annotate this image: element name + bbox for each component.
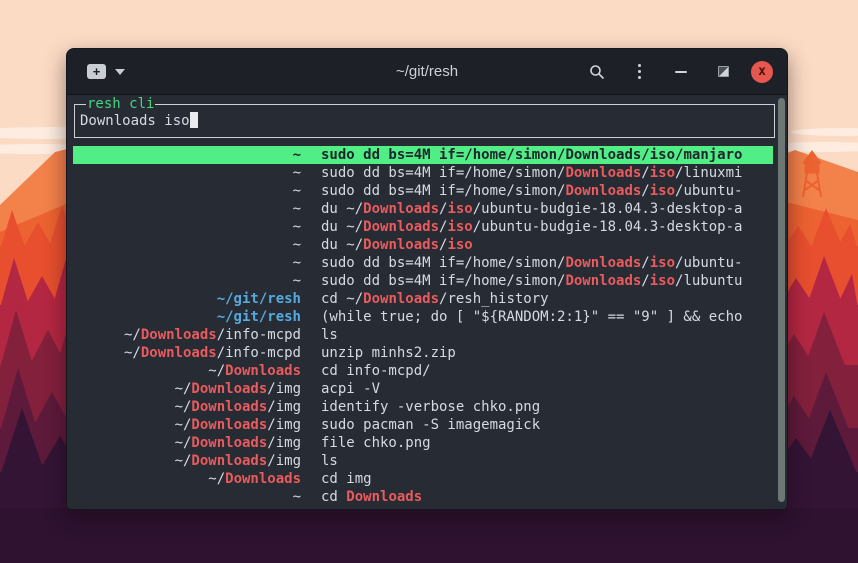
history-row[interactable]: ~/Downloads cd info-mcpd/ (73, 362, 773, 380)
history-list: ~ sudo dd bs=4M if=/home/simon/Downloads/… (73, 146, 773, 506)
directory-column: ~/git/resh (75, 290, 301, 308)
minimize-button[interactable] (667, 58, 695, 86)
directory-column: ~ (75, 272, 301, 290)
command-column: ls (321, 326, 773, 344)
directory-column: ~/Downloads/img (75, 452, 301, 470)
command-column: du ~/Downloads/iso/ubuntu-budgie-18.04.3… (321, 218, 773, 236)
terminal-window: + ~/git/resh (66, 48, 788, 510)
history-row[interactable]: ~ du ~/Downloads/iso (73, 236, 773, 254)
directory-column: ~ (75, 146, 301, 164)
history-row[interactable]: ~/git/resh cd ~/Downloads/resh_history (73, 290, 773, 308)
search-icon (589, 64, 605, 80)
text-cursor (190, 112, 198, 128)
menu-button[interactable] (625, 58, 653, 86)
directory-column: ~/Downloads/img (75, 416, 301, 434)
close-icon: x (758, 65, 766, 78)
desktop: + ~/git/resh (0, 0, 858, 563)
titlebar[interactable]: + ~/git/resh (67, 49, 787, 95)
command-column: identify -verbose chko.png (321, 398, 773, 416)
history-row[interactable]: ~/Downloads cd img (73, 470, 773, 488)
directory-column: ~/Downloads/img (75, 398, 301, 416)
history-row[interactable]: ~ sudo dd bs=4M if=/home/simon/Downloads/… (73, 254, 773, 272)
directory-column: ~ (75, 254, 301, 272)
directory-column: ~ (75, 218, 301, 236)
history-row[interactable]: ~/Downloads/img sudo pacman -S imagemagic… (73, 416, 773, 434)
restore-icon (718, 66, 729, 77)
history-row-selected[interactable]: ~ sudo dd bs=4M if=/home/simon/Downloads/… (73, 146, 773, 164)
new-tab-button[interactable]: + (87, 64, 125, 79)
history-row[interactable]: ~ cd Downloads (73, 488, 773, 506)
directory-column: ~/Downloads/info-mcpd (75, 344, 301, 362)
command-column: sudo dd bs=4M if=/home/simon/Downloads/i… (321, 182, 773, 200)
search-box-label: resh cli (86, 96, 155, 113)
scrollbar-thumb[interactable] (778, 98, 785, 502)
directory-column: ~ (75, 182, 301, 200)
directory-column: ~/Downloads/info-mcpd (75, 326, 301, 344)
history-row[interactable]: ~ sudo dd bs=4M if=/home/simon/Downloads/… (73, 164, 773, 182)
directory-column: ~/Downloads (75, 362, 301, 380)
command-column: cd img (321, 470, 773, 488)
directory-column: ~ (75, 488, 301, 506)
history-row[interactable]: ~/Downloads/img identify -verbose chko.pn… (73, 398, 773, 416)
close-button[interactable]: x (751, 61, 773, 83)
command-column: acpi -V (321, 380, 773, 398)
directory-column: ~/Downloads/img (75, 434, 301, 452)
kebab-menu-icon (638, 64, 641, 79)
directory-column: ~/Downloads/img (75, 380, 301, 398)
history-row[interactable]: ~/Downloads/info-mcpd unzip minhs2.zip (73, 344, 773, 362)
minimize-icon (675, 71, 687, 73)
search-button[interactable] (583, 58, 611, 86)
command-column: cd Downloads (321, 488, 773, 506)
command-column: sudo dd bs=4M if=/home/simon/Downloads/i… (321, 146, 773, 164)
history-row[interactable]: ~ sudo dd bs=4M if=/home/simon/Downloads/… (73, 182, 773, 200)
resh-search-box[interactable]: resh cli Downloads iso (74, 104, 775, 138)
command-column: sudo pacman -S imagemagick (321, 416, 773, 434)
history-row[interactable]: ~/Downloads/img acpi -V (73, 380, 773, 398)
history-row[interactable]: ~ du ~/Downloads/iso/ubuntu-budgie-18.04.… (73, 200, 773, 218)
chevron-down-icon[interactable] (115, 69, 125, 75)
command-column: (while true; do [ "${RANDOM:2:1}" == "9"… (321, 308, 773, 326)
command-column: du ~/Downloads/iso/ubuntu-budgie-18.04.3… (321, 200, 773, 218)
history-row[interactable]: ~/Downloads/info-mcpd ls (73, 326, 773, 344)
directory-column: ~ (75, 236, 301, 254)
command-column: file chko.png (321, 434, 773, 452)
directory-column: ~/Downloads (75, 470, 301, 488)
command-column: ls (321, 452, 773, 470)
command-column: cd ~/Downloads/resh_history (321, 290, 773, 308)
history-row[interactable]: ~/Downloads/img ls (73, 452, 773, 470)
restore-button[interactable] (709, 58, 737, 86)
history-row[interactable]: ~ du ~/Downloads/iso/ubuntu-budgie-18.04.… (73, 218, 773, 236)
command-column: unzip minhs2.zip (321, 344, 773, 362)
command-column: sudo dd bs=4M if=/home/simon/Downloads/i… (321, 272, 773, 290)
command-column: sudo dd bs=4M if=/home/simon/Downloads/i… (321, 254, 773, 272)
command-column: cd info-mcpd/ (321, 362, 773, 380)
directory-column: ~ (75, 164, 301, 182)
history-row[interactable]: ~/git/resh (while true; do [ "${RANDOM:2:… (73, 308, 773, 326)
history-row[interactable]: ~ sudo dd bs=4M if=/home/simon/Downloads/… (73, 272, 773, 290)
search-input[interactable]: Downloads iso (80, 112, 198, 129)
history-row[interactable]: ~/Downloads/img file chko.png (73, 434, 773, 452)
new-tab-terminal-icon: + (87, 64, 106, 79)
command-column: du ~/Downloads/iso (321, 236, 773, 254)
command-column: sudo dd bs=4M if=/home/simon/Downloads/i… (321, 164, 773, 182)
directory-column: ~/git/resh (75, 308, 301, 326)
terminal-content: resh cli Downloads iso ~ sudo dd bs=4M if… (67, 95, 787, 509)
directory-column: ~ (75, 200, 301, 218)
